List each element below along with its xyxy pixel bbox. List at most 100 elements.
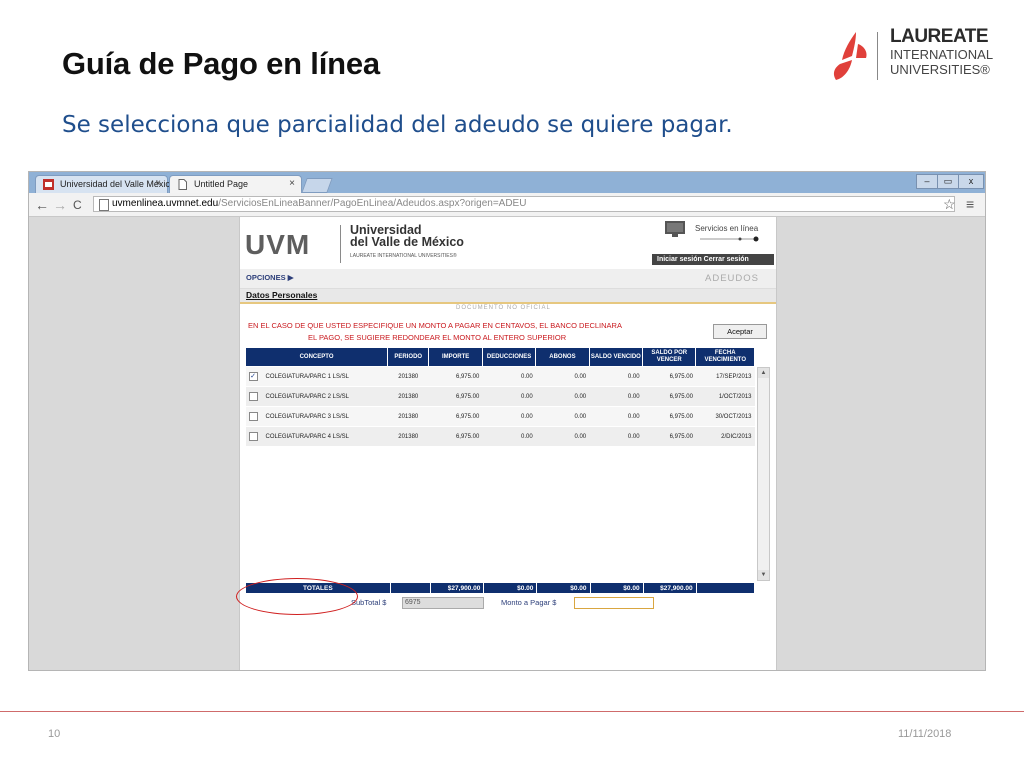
uvm-name-line2: del Valle de México bbox=[350, 235, 464, 249]
table-row[interactable]: COLEGIATURA/PARC 4 LS/SL 201380 6,975.00 0.… bbox=[245, 426, 755, 447]
opciones-menu[interactable]: OPCIONES ▶ bbox=[246, 273, 293, 282]
back-icon[interactable]: ← bbox=[35, 197, 49, 213]
totals-saldo-por-vencer: $27,900.00 bbox=[642, 582, 697, 594]
tab-uvm[interactable]: Universidad del Valle México × bbox=[35, 175, 175, 193]
totals-abonos: $0.00 bbox=[536, 582, 591, 594]
subtotal-field: 6975 bbox=[402, 597, 484, 609]
options-bar: OPCIONES ▶ ADEUDOS bbox=[240, 269, 776, 288]
table-scrollbar[interactable]: ▲ ▼ bbox=[757, 367, 770, 581]
logo-separator bbox=[877, 32, 878, 80]
close-tab-icon[interactable]: × bbox=[155, 178, 161, 189]
totals-saldo-vencido: $0.00 bbox=[589, 582, 644, 594]
payment-warning: EN EL CASO DE QUE USTED ESPECIFIQUE UN M… bbox=[248, 320, 648, 344]
page-icon bbox=[99, 199, 109, 211]
close-tab-icon[interactable]: × bbox=[289, 178, 295, 189]
tab-label: Untitled Page bbox=[194, 179, 249, 189]
col-concepto: CONCEPTO bbox=[244, 347, 389, 367]
logo-line1: LAUREATE bbox=[890, 26, 989, 47]
row-fecha: 1/OCT/2013 bbox=[695, 386, 755, 407]
row-abonos: 0.00 bbox=[535, 366, 590, 387]
row-concepto: COLEGIATURA/PARC 4 LS/SL bbox=[245, 426, 388, 447]
checkbox-unchecked[interactable] bbox=[248, 412, 258, 421]
checkbox-unchecked[interactable] bbox=[248, 392, 258, 401]
forward-icon[interactable]: → bbox=[53, 197, 67, 213]
progress-dots-icon bbox=[700, 236, 759, 242]
uvm-logo: UVM bbox=[245, 229, 311, 260]
scroll-up-icon[interactable]: ▲ bbox=[758, 368, 769, 378]
row-saldo-vencido: 0.00 bbox=[589, 386, 643, 407]
row-saldo-por-vencer: 6,975.00 bbox=[642, 406, 696, 427]
col-periodo: PERIODO bbox=[387, 347, 430, 367]
minimize-button[interactable]: – bbox=[916, 174, 938, 189]
totals-periodo bbox=[389, 582, 432, 594]
monto-a-pagar-input[interactable] bbox=[574, 597, 654, 609]
concepto-label: COLEGIATURA/PARC 3 LS/SL bbox=[265, 414, 349, 421]
datos-bar: Datos Personales bbox=[240, 288, 776, 304]
concepto-label: COLEGIATURA/PARC 1 LS/SL bbox=[265, 374, 349, 381]
row-saldo-por-vencer: 6,975.00 bbox=[642, 386, 696, 407]
checkbox-checked[interactable]: ✓ bbox=[248, 372, 258, 381]
logo-line2: INTERNATIONAL bbox=[890, 47, 994, 62]
services-label: Servicios en línea bbox=[695, 224, 759, 233]
concepto-label: COLEGIATURA/PARC 4 LS/SL bbox=[265, 434, 349, 441]
col-importe: IMPORTE bbox=[428, 347, 483, 367]
row-saldo-por-vencer: 6,975.00 bbox=[642, 426, 696, 447]
col-saldo-vencido: SALDO VENCIDO bbox=[588, 347, 644, 367]
aceptar-button[interactable]: Aceptar bbox=[713, 324, 767, 339]
col-saldo-por-vencer: SALDO POR VENCER bbox=[642, 347, 697, 367]
totals-deducciones: $0.00 bbox=[483, 582, 538, 594]
page-icon bbox=[178, 179, 187, 190]
browser-viewport: UVM Universidad del Valle de México LAUR… bbox=[29, 217, 985, 670]
laureate-logo: LAUREATE INTERNATIONAL UNIVERSITIES® bbox=[890, 26, 994, 77]
documento-no-oficial: DOCUMENTO NO OFICIAL bbox=[456, 305, 551, 311]
row-saldo-por-vencer: 6,975.00 bbox=[642, 366, 696, 387]
monitor-icon bbox=[665, 221, 685, 237]
row-periodo: 201380 bbox=[387, 386, 429, 407]
table-row[interactable]: ✓ COLEGIATURA/PARC 1 LS/SL 201380 6,975.00 0… bbox=[245, 366, 755, 387]
adeudos-table: CONCEPTO PERIODO IMPORTE DEDUCCIONES ABO… bbox=[244, 347, 755, 447]
row-periodo: 201380 bbox=[387, 406, 429, 427]
row-saldo-vencido: 0.00 bbox=[589, 406, 643, 427]
row-saldo-vencido: 0.00 bbox=[589, 426, 643, 447]
new-tab-button[interactable] bbox=[301, 178, 333, 193]
row-abonos: 0.00 bbox=[535, 406, 590, 427]
tab-untitled[interactable]: Untitled Page × bbox=[169, 175, 302, 193]
menu-icon[interactable]: ≡ bbox=[966, 196, 974, 212]
concepto-label: COLEGIATURA/PARC 2 LS/SL bbox=[265, 394, 349, 401]
table-row[interactable]: COLEGIATURA/PARC 3 LS/SL 201380 6,975.00 0.… bbox=[245, 406, 755, 427]
scroll-down-icon[interactable]: ▼ bbox=[758, 570, 769, 580]
opciones-label: OPCIONES bbox=[246, 273, 286, 282]
session-links[interactable]: Iniciar sesión Cerrar sesión bbox=[652, 254, 774, 265]
address-bar[interactable]: uvmenlinea.uvmnet.edu/ServiciosEnLineaBa… bbox=[93, 196, 955, 212]
row-deducciones: 0.00 bbox=[482, 426, 536, 447]
reload-icon[interactable]: C bbox=[73, 198, 82, 212]
slide-subtitle: Se selecciona que parcialidad del adeudo… bbox=[62, 112, 733, 138]
checkbox-unchecked[interactable] bbox=[248, 432, 258, 441]
row-deducciones: 0.00 bbox=[482, 386, 536, 407]
row-deducciones: 0.00 bbox=[482, 366, 536, 387]
datos-personales-link[interactable]: Datos Personales bbox=[246, 290, 317, 300]
bookmark-star-icon[interactable]: ☆ bbox=[943, 196, 956, 213]
totals-fecha bbox=[695, 582, 756, 594]
row-concepto: COLEGIATURA/PARC 2 LS/SL bbox=[245, 386, 388, 407]
highlight-ellipse bbox=[236, 578, 358, 615]
table-body: ✓ COLEGIATURA/PARC 1 LS/SL 201380 6,975.00 0… bbox=[245, 366, 755, 447]
address-host: uvmenlinea.uvmnet.edu bbox=[112, 198, 219, 209]
address-path: /ServiciosEnLineaBanner/PagoEnLinea/Adeu… bbox=[218, 198, 527, 209]
row-abonos: 0.00 bbox=[535, 386, 590, 407]
section-title: ADEUDOS bbox=[705, 273, 759, 284]
close-window-button[interactable]: x bbox=[958, 174, 984, 189]
col-abonos: ABONOS bbox=[535, 347, 590, 367]
row-periodo: 201380 bbox=[387, 366, 429, 387]
browser-toolbar: ← → C uvmenlinea.uvmnet.edu/ServiciosEnL… bbox=[29, 193, 985, 217]
row-importe: 6,975.00 bbox=[428, 406, 483, 427]
table-row[interactable]: COLEGIATURA/PARC 2 LS/SL 201380 6,975.00 0.… bbox=[245, 386, 755, 407]
col-fecha-vencimiento: FECHA VENCIMIENTO bbox=[695, 347, 755, 367]
footer-line bbox=[0, 711, 1024, 712]
row-importe: 6,975.00 bbox=[428, 386, 483, 407]
row-periodo: 201380 bbox=[387, 426, 429, 447]
uvm-name: Universidad del Valle de México bbox=[350, 224, 464, 249]
totals-importe: $27,900.00 bbox=[430, 582, 485, 594]
row-abonos: 0.00 bbox=[535, 426, 590, 447]
maximize-button[interactable]: ▭ bbox=[937, 174, 959, 189]
